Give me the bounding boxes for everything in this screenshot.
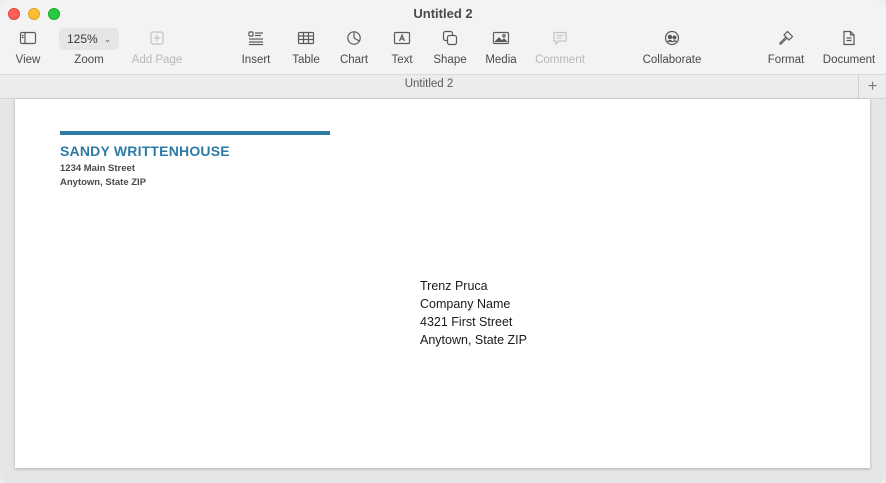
format-button[interactable]: Format	[756, 28, 816, 70]
paintbrush-icon	[774, 28, 798, 48]
table-icon	[294, 28, 318, 48]
textbox-icon	[390, 28, 414, 48]
shape-label: Shape	[433, 54, 467, 66]
new-tab-button[interactable]: +	[858, 75, 886, 99]
document-icon	[837, 28, 861, 48]
media-label: Media	[485, 54, 517, 66]
sender-street[interactable]: 1234 Main Street	[60, 163, 135, 174]
toolbar: Untitled 2 View 125% ⌄ Zoom Add Page Ins…	[0, 0, 886, 74]
tab-bar: Untitled 2 +	[0, 74, 886, 99]
people-icon	[660, 28, 684, 48]
speech-bubble-icon	[548, 28, 572, 48]
view-label: View	[15, 54, 41, 66]
view-button[interactable]: View	[0, 28, 58, 70]
text-label: Text	[391, 54, 413, 66]
format-label: Format	[767, 54, 805, 66]
collaborate-label: Collaborate	[642, 54, 702, 66]
recipient-city[interactable]: Anytown, State ZIP	[420, 333, 527, 347]
photo-icon	[489, 28, 513, 48]
comment-label: Comment	[535, 54, 585, 66]
accent-rule	[60, 131, 330, 135]
insert-label: Insert	[241, 54, 271, 66]
document-label: Document	[822, 54, 876, 66]
zoom-value: 125%	[67, 32, 98, 46]
add-page-button[interactable]: Add Page	[127, 28, 187, 70]
document-button[interactable]: Document	[819, 28, 879, 70]
pie-chart-icon	[342, 28, 366, 48]
sidebar-icon	[16, 28, 40, 48]
comment-button[interactable]: Comment	[530, 28, 590, 70]
media-button[interactable]: Media	[471, 28, 531, 70]
chevron-down-icon: ⌄	[103, 33, 112, 44]
recipient-company[interactable]: Company Name	[420, 297, 510, 311]
sender-name[interactable]: SANDY WRITTENHOUSE	[60, 143, 230, 159]
zoom-label: Zoom	[74, 54, 104, 66]
add-page-label: Add Page	[131, 54, 183, 66]
table-label: Table	[292, 54, 320, 66]
plus-icon: +	[867, 78, 878, 95]
document-canvas[interactable]: SANDY WRITTENHOUSE 1234 Main Street Anyt…	[0, 99, 886, 483]
envelope-page[interactable]: SANDY WRITTENHOUSE 1234 Main Street Anyt…	[15, 99, 870, 468]
recipient-street[interactable]: 4321 First Street	[420, 315, 512, 329]
app-window: Untitled 2 View 125% ⌄ Zoom Add Page Ins…	[0, 0, 886, 483]
sender-city[interactable]: Anytown, State ZIP	[60, 177, 146, 188]
window-title: Untitled 2	[413, 6, 473, 21]
list-insert-icon	[244, 28, 268, 48]
collaborate-button[interactable]: Collaborate	[642, 28, 702, 70]
plus-square-icon	[145, 28, 169, 48]
tab-document[interactable]: Untitled 2	[0, 78, 858, 90]
zoom-select[interactable]: 125% ⌄	[59, 28, 119, 50]
chart-label: Chart	[339, 54, 369, 66]
shape-icon	[438, 28, 462, 48]
recipient-name[interactable]: Trenz Pruca	[420, 279, 488, 293]
